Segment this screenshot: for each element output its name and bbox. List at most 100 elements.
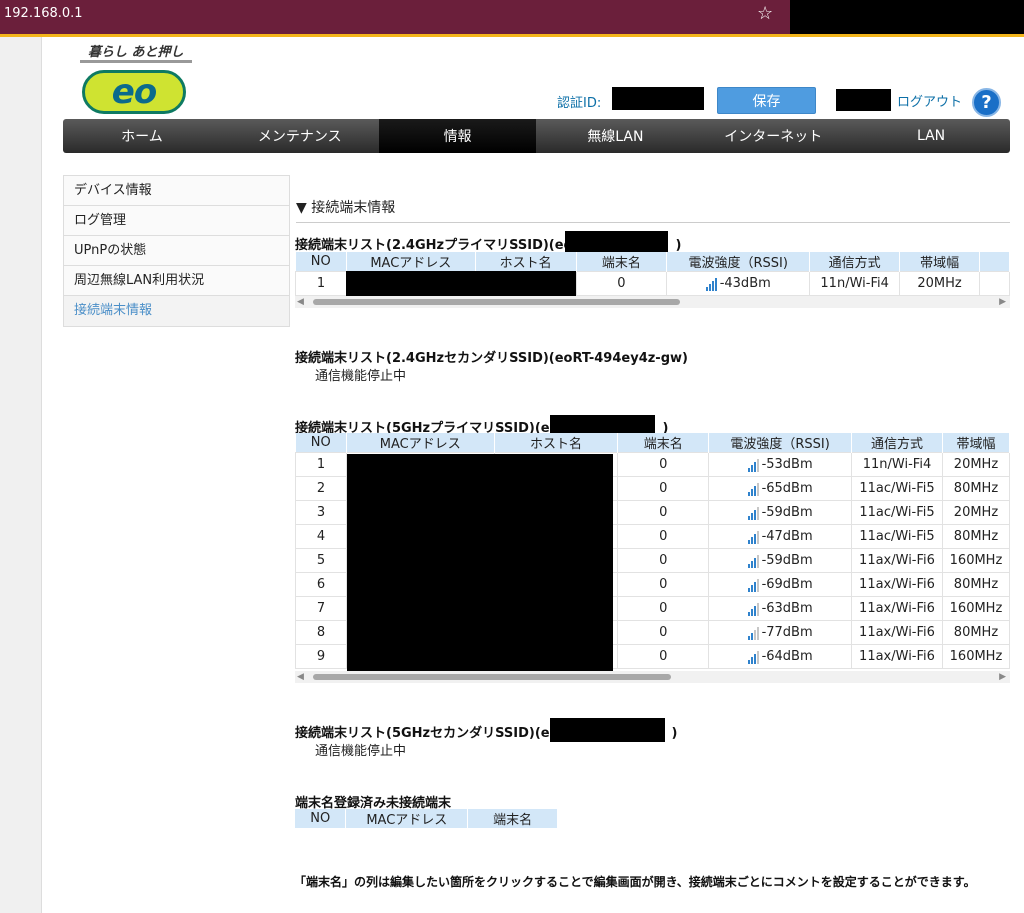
scroll-thumb[interactable]: [313, 299, 680, 305]
signal-strength-icon: [705, 276, 718, 291]
save-button[interactable]: 保存: [717, 87, 816, 114]
cell-bandwidth: 160MHz: [941, 644, 1011, 669]
nav-info[interactable]: 情報: [378, 119, 537, 153]
cell-device-name[interactable]: 0: [617, 572, 710, 597]
cell-mode: 11ac/Wi-Fi5: [851, 524, 943, 549]
cell-no: 7: [295, 596, 347, 621]
cell-device-name[interactable]: 0: [617, 476, 710, 501]
rssi-value: -63dBm: [761, 601, 813, 616]
cell-no: 3: [295, 500, 347, 525]
cell-mode: 11ac/Wi-Fi5: [851, 476, 943, 501]
cell-device-name[interactable]: 0: [617, 452, 710, 477]
column-header: 端末名: [467, 809, 558, 828]
column-header: 端末名: [617, 433, 710, 453]
column-header: ホスト名: [494, 433, 619, 453]
cell-device-name[interactable]: 0: [617, 596, 710, 621]
user-redacted: [836, 89, 891, 111]
sidebar-item-upnp[interactable]: UPnPの状態: [64, 236, 289, 266]
horizontal-scrollbar[interactable]: ◀ ▶: [295, 671, 1010, 683]
scroll-left-icon[interactable]: ◀: [297, 297, 304, 307]
rssi-value: -59dBm: [761, 505, 813, 520]
cell-no: 1: [295, 452, 347, 477]
rssi-value: -69dBm: [761, 577, 813, 592]
list-heading-24-secondary: 接続端末リスト(2.4GHzセカンダリSSID)(eoRT-494ey4z-gw…: [295, 351, 688, 366]
cell-rssi: -69dBm: [708, 572, 853, 597]
nav-home[interactable]: ホーム: [63, 119, 221, 153]
cell-mode: 11ax/Wi-Fi6: [851, 572, 943, 597]
cell-mode: 11ax/Wi-Fi6: [851, 620, 943, 645]
list-status-5-secondary: 通信機能停止中: [315, 744, 407, 759]
auth-id-redacted: [612, 87, 704, 110]
table-header-row: NO MACアドレス ホスト名 端末名 電波強度（RSSI) 通信方式 帯域幅: [295, 252, 1010, 272]
cell-mode: 11ac/Wi-Fi5: [851, 500, 943, 525]
column-header: NO: [295, 252, 347, 272]
cell-mode: 11n/Wi-Fi4: [851, 452, 943, 477]
rssi-value: -43dBm: [719, 276, 771, 291]
cell-bandwidth: 80MHz: [941, 572, 1011, 597]
cell-device-name[interactable]: 0: [617, 620, 710, 645]
cell-no: 1: [295, 271, 347, 296]
sidebar-item-device-info[interactable]: デバイス情報: [64, 176, 289, 206]
ssid-redacted: [565, 231, 668, 252]
cell-rssi: -53dBm: [708, 452, 853, 477]
cell-device-name[interactable]: 0: [617, 548, 710, 573]
sidebar-item-nearby-wlan[interactable]: 周辺無線LAN利用状況: [64, 266, 289, 296]
mac-host-redacted: [347, 454, 613, 671]
signal-strength-icon: [747, 457, 760, 472]
rssi-value: -53dBm: [761, 457, 813, 472]
cell-bandwidth: 20MHz: [941, 452, 1011, 477]
scroll-left-icon[interactable]: ◀: [297, 672, 304, 682]
cell-mode: 11n/Wi-Fi4: [809, 271, 901, 296]
cell-device-name[interactable]: 0: [617, 500, 710, 525]
address-bar[interactable]: 192.168.0.1: [4, 6, 83, 21]
logo-underline: [80, 60, 192, 63]
scroll-thumb[interactable]: [313, 674, 671, 680]
cell-rssi: -63dBm: [708, 596, 853, 621]
cell-rssi: -65dBm: [708, 476, 853, 501]
cell-device-name[interactable]: 0: [575, 271, 668, 296]
nav-maintenance[interactable]: メンテナンス: [221, 119, 379, 153]
sidebar-item-connected-devices[interactable]: 接続端末情報: [64, 296, 289, 326]
horizontal-scrollbar[interactable]: ◀ ▶: [295, 296, 1010, 308]
cell-rssi: -43dBm: [666, 271, 811, 296]
rssi-value: -64dBm: [761, 649, 813, 664]
signal-strength-icon: [747, 625, 760, 640]
scroll-right-icon[interactable]: ▶: [999, 672, 1006, 682]
eo-logo[interactable]: eo: [82, 70, 186, 114]
main-nav: ホーム メンテナンス 情報 無線LAN インターネット LAN: [63, 119, 1010, 153]
column-header: 通信方式: [851, 433, 943, 453]
nav-internet[interactable]: インターネット: [694, 119, 852, 153]
signal-strength-icon: [747, 553, 760, 568]
column-header: 帯域幅: [942, 433, 1011, 453]
column-header: NO: [295, 433, 347, 453]
auth-id-label: 認証ID:: [557, 96, 602, 111]
cell-overflow: [979, 271, 1010, 296]
column-header: 電波強度（RSSI): [708, 433, 853, 453]
logout-link[interactable]: ログアウト: [897, 91, 962, 110]
bookmark-star-icon[interactable]: ☆: [757, 3, 773, 24]
cell-bandwidth: 80MHz: [941, 620, 1011, 645]
nav-wireless-lan[interactable]: 無線LAN: [536, 119, 694, 153]
browser-divider: [0, 34, 1024, 37]
rssi-value: -65dBm: [761, 481, 813, 496]
cell-bandwidth: 80MHz: [941, 524, 1011, 549]
rssi-value: -59dBm: [761, 553, 813, 568]
mac-host-redacted: [346, 271, 576, 296]
scroll-right-icon[interactable]: ▶: [999, 297, 1006, 307]
ssid-redacted: [550, 415, 655, 434]
column-header: 端末名: [576, 252, 668, 272]
sidebar-item-log[interactable]: ログ管理: [64, 206, 289, 236]
nav-lan[interactable]: LAN: [852, 119, 1010, 153]
page-left-margin: [0, 37, 42, 913]
column-header: MACアドレス: [346, 433, 495, 453]
signal-strength-icon: [747, 649, 760, 664]
list-status-24-secondary: 通信機能停止中: [315, 369, 407, 384]
cell-device-name[interactable]: 0: [617, 524, 710, 549]
cell-device-name[interactable]: 0: [617, 644, 710, 669]
help-icon[interactable]: ?: [972, 88, 1001, 117]
cell-bandwidth: 20MHz: [941, 500, 1011, 525]
cell-no: 2: [295, 476, 347, 501]
cell-bandwidth: 80MHz: [941, 476, 1011, 501]
logo-text: eo: [111, 72, 157, 112]
title-divider: [296, 222, 1010, 223]
